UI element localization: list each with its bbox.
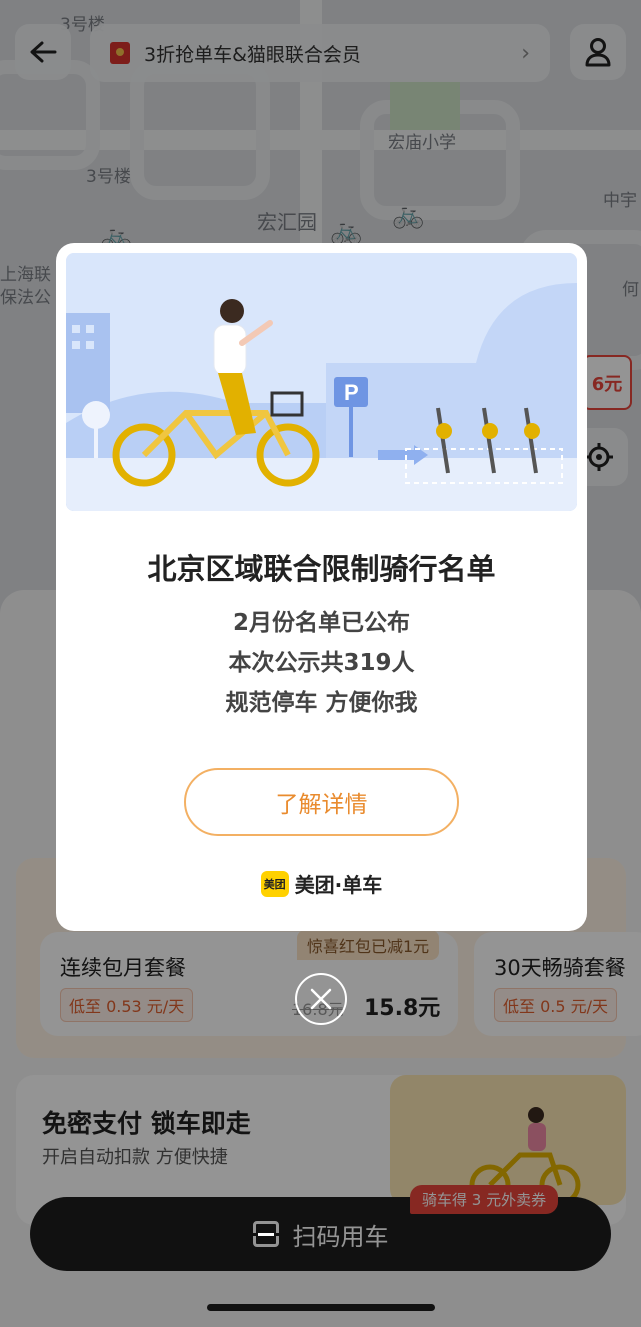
modal-illustration: P bbox=[66, 253, 577, 511]
home-indicator[interactable] bbox=[207, 1304, 435, 1311]
learn-more-button[interactable]: 了解详情 bbox=[184, 768, 459, 836]
close-icon bbox=[310, 988, 332, 1010]
announcement-modal: P 北京区域联合限制骑行名单 2月份名单已公布 本次公示共319人 规范停车 方… bbox=[56, 243, 587, 931]
modal-line: 2月份名单已公布 bbox=[232, 610, 410, 636]
meituan-logo-icon: 美团 bbox=[260, 870, 289, 897]
modal-line: 规范停车 方便你我 bbox=[225, 690, 418, 716]
modal-title: 北京区域联合限制骑行名单 bbox=[147, 552, 496, 586]
brand-name: 美团·单车 bbox=[294, 873, 383, 897]
svg-text:P: P bbox=[344, 380, 359, 405]
close-modal-button[interactable] bbox=[295, 973, 347, 1025]
brand-footer: 美团 美团·单车 bbox=[56, 869, 587, 898]
modal-line: 本次公示共319人 bbox=[228, 650, 415, 676]
